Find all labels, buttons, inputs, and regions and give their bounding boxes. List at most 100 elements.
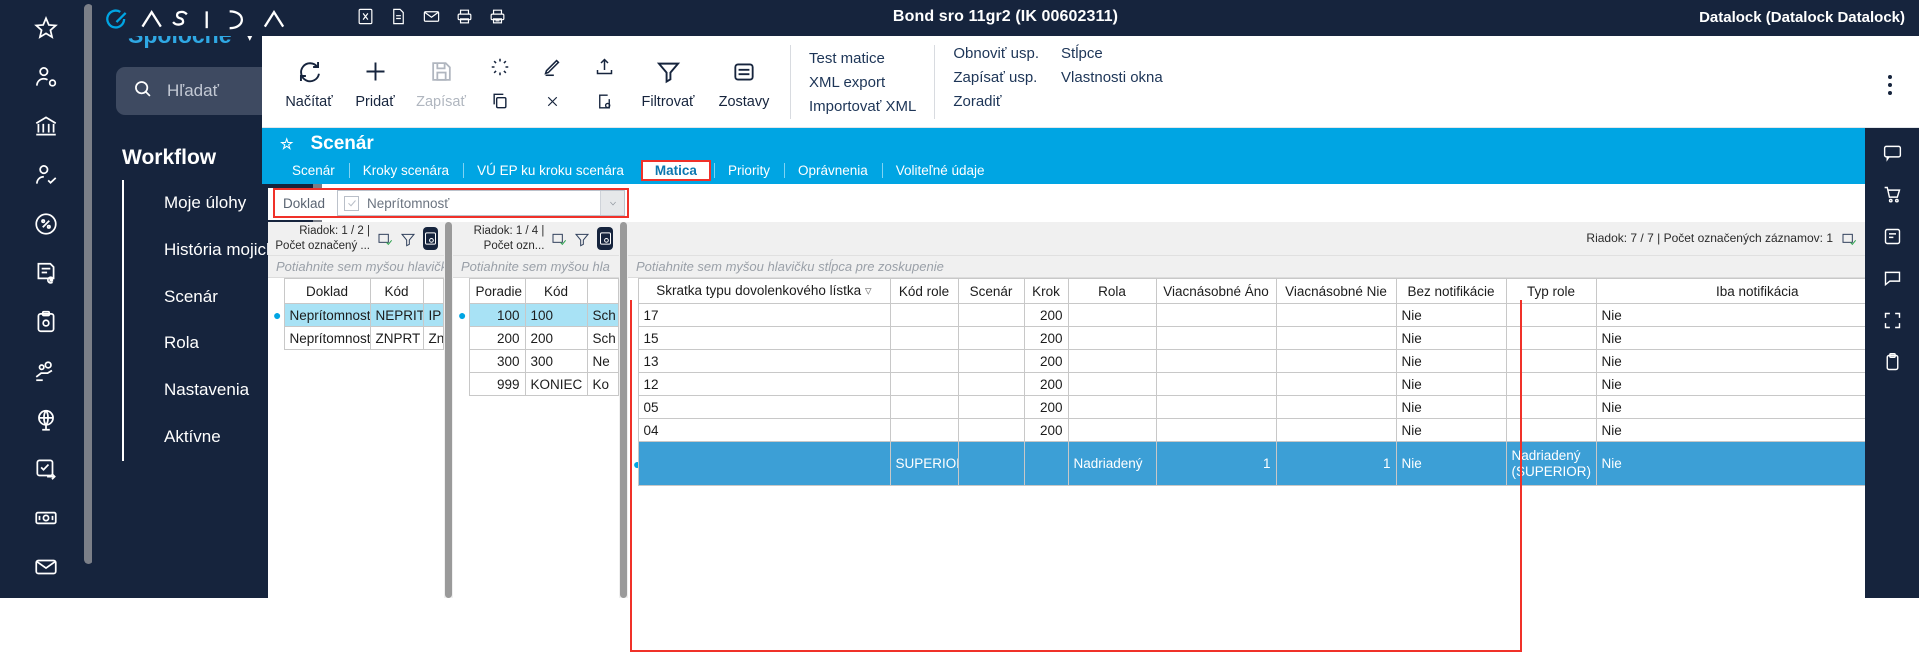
cell-viac-ano[interactable] (1155, 326, 1277, 350)
cell-kod-role[interactable] (889, 372, 959, 396)
menu-stlpce[interactable]: Stĺpce (1061, 45, 1163, 62)
cell-kod[interactable]: ZNPRT (369, 326, 424, 350)
zapisat-button[interactable]: Zapísať (408, 36, 474, 128)
pridat-button[interactable]: Pridať (342, 36, 408, 128)
cell-poradie[interactable]: 999 (468, 372, 526, 396)
grid1-col-kod[interactable]: Kód (369, 278, 424, 304)
cell-rola[interactable] (1067, 372, 1157, 396)
cell-viac-nie[interactable] (1275, 326, 1397, 350)
tab-priority[interactable]: Priority (713, 161, 784, 180)
cell-scenar[interactable] (957, 372, 1025, 396)
select-all-icon[interactable] (1840, 230, 1858, 248)
chat-icon[interactable] (1882, 268, 1903, 294)
cash-icon[interactable] (24, 500, 68, 535)
cell-viac-nie[interactable] (1275, 303, 1397, 327)
table-row[interactable]: 17 200 Nie Nie (628, 303, 1919, 327)
grid3-col-skratka[interactable]: Skratka typu dovolenkového lístka ▿ (637, 278, 891, 304)
cell-typ-role[interactable]: Nadriadený (SUPERIOR) (1505, 441, 1597, 486)
table-row[interactable]: 300 300 Ne (453, 349, 619, 373)
pencil-button[interactable] (526, 36, 578, 128)
table-row[interactable]: Neprítomnosť ZNPRT Zn (268, 326, 444, 350)
cell-kod[interactable]: NEPRIT (369, 303, 424, 327)
cell-bez-notif[interactable]: Nie (1395, 395, 1507, 419)
grid3-col-scenar[interactable]: Scenár (957, 278, 1025, 304)
grid3-group-hint[interactable]: Potiahnite sem myšou hlavičku stĺpca pre… (628, 256, 1919, 278)
cell-kod-role[interactable] (889, 418, 959, 442)
cell-viac-nie[interactable] (1275, 349, 1397, 373)
table-row[interactable]: 04 200 Nie Nie (628, 418, 1919, 442)
cell-viac-nie[interactable] (1275, 372, 1397, 396)
cell-extra[interactable]: Zn (422, 326, 444, 350)
cell-scenar[interactable] (957, 326, 1025, 350)
kebab-menu-icon[interactable] (1877, 70, 1903, 100)
cell-skratka[interactable]: 12 (637, 372, 891, 396)
cell-bez-notif[interactable]: Nie (1395, 418, 1507, 442)
cell-extra[interactable]: IP (422, 303, 444, 327)
menu-vlastnosti-okna[interactable]: Vlastnosti okna (1061, 69, 1163, 86)
cell-rola[interactable] (1067, 418, 1157, 442)
cell-typ-role[interactable] (1505, 303, 1597, 327)
cell-viac-nie[interactable]: 1 (1275, 441, 1397, 486)
menu-test-matice[interactable]: Test matice (809, 50, 916, 67)
menu-importovat-xml[interactable]: Importovať XML (809, 98, 916, 115)
cell-typ-role[interactable] (1505, 349, 1597, 373)
invoice-euro-icon[interactable] (24, 255, 68, 290)
cell-skratka[interactable]: 05 (637, 395, 891, 419)
doklad-field[interactable]: Neprítomnosť (337, 190, 625, 216)
filtrovat-button[interactable]: Filtrovať (630, 36, 706, 128)
cell-krok[interactable]: 200 (1023, 395, 1069, 419)
handshake-icon[interactable] (24, 353, 68, 388)
cell-krok[interactable]: 200 (1023, 303, 1069, 327)
grid1-col-extra[interactable] (422, 278, 444, 304)
user-check-icon[interactable] (24, 157, 68, 192)
table-row[interactable]: 15 200 Nie Nie (628, 326, 1919, 350)
cell-rola[interactable]: Nadriadený (1067, 441, 1157, 486)
cell-viac-ano[interactable]: 1 (1155, 441, 1277, 486)
cell-viac-ano[interactable] (1155, 372, 1277, 396)
comment-icon[interactable] (1882, 142, 1903, 168)
tab-opravnenia[interactable]: Oprávnenia (783, 161, 882, 180)
cell-typ-role[interactable] (1505, 372, 1597, 396)
cell-kod-role[interactable] (889, 303, 959, 327)
cell-extra[interactable]: Sch (586, 326, 619, 350)
menu-obnovit-usp[interactable]: Obnoviť usp. (953, 45, 1039, 62)
expand-icon[interactable] (1882, 310, 1903, 336)
table-row[interactable]: ● 100 100 Sch (453, 303, 619, 327)
star-icon[interactable] (24, 10, 68, 45)
percent-circle-icon[interactable] (24, 206, 68, 241)
grid3-col-rola[interactable]: Rola (1067, 278, 1157, 304)
grid1-col-doklad[interactable]: Doklad (283, 278, 371, 304)
menu-xml-export[interactable]: XML export (809, 74, 916, 91)
tab-volitelne-udaje[interactable]: Voliteľné údaje (881, 161, 999, 180)
cell-bez-notif[interactable]: Nie (1395, 303, 1507, 327)
spinner-button[interactable] (474, 36, 526, 128)
doklad-filter[interactable]: Doklad Neprítomnosť (273, 188, 629, 218)
cell-bez-notif[interactable]: Nie (1395, 326, 1507, 350)
cell-skratka[interactable]: 04 (637, 418, 891, 442)
grid2-col-kod[interactable]: Kód (524, 278, 588, 304)
grid-splitter-1[interactable] (444, 222, 453, 598)
grid-search-button[interactable] (597, 227, 613, 250)
grid3-col-viac-ano[interactable]: Viacnásobné Áno (1155, 278, 1277, 304)
cell-kod[interactable]: 300 (524, 349, 588, 373)
user-settings-icon[interactable] (24, 59, 68, 94)
cell-viac-ano[interactable] (1155, 418, 1277, 442)
cell-skratka[interactable]: 15 (637, 326, 891, 350)
grid3-col-krok[interactable]: Krok (1023, 278, 1069, 304)
select-all-icon[interactable] (551, 230, 567, 248)
grid3-col-kod-role[interactable]: Kód role (889, 278, 959, 304)
cell-rola[interactable] (1067, 303, 1157, 327)
cell-rola[interactable] (1067, 395, 1157, 419)
cell-krok[interactable]: 200 (1023, 418, 1069, 442)
cell-extra[interactable]: Ko (586, 372, 619, 396)
table-row-selected[interactable]: ● SUPERIOR Nadriadený 1 1 Nie Nadriadený… (628, 441, 1919, 486)
cart-icon[interactable] (1882, 184, 1903, 210)
cell-bez-notif[interactable]: Nie (1395, 349, 1507, 373)
cell-scenar[interactable] (957, 303, 1025, 327)
cell-kod-role[interactable]: SUPERIOR (889, 441, 959, 486)
cell-bez-notif[interactable]: Nie (1395, 441, 1507, 486)
cell-kod-role[interactable] (889, 349, 959, 373)
clipboard-icon[interactable] (1882, 352, 1903, 378)
table-row[interactable]: 200 200 Sch (453, 326, 619, 350)
document-search-icon[interactable] (595, 89, 614, 115)
